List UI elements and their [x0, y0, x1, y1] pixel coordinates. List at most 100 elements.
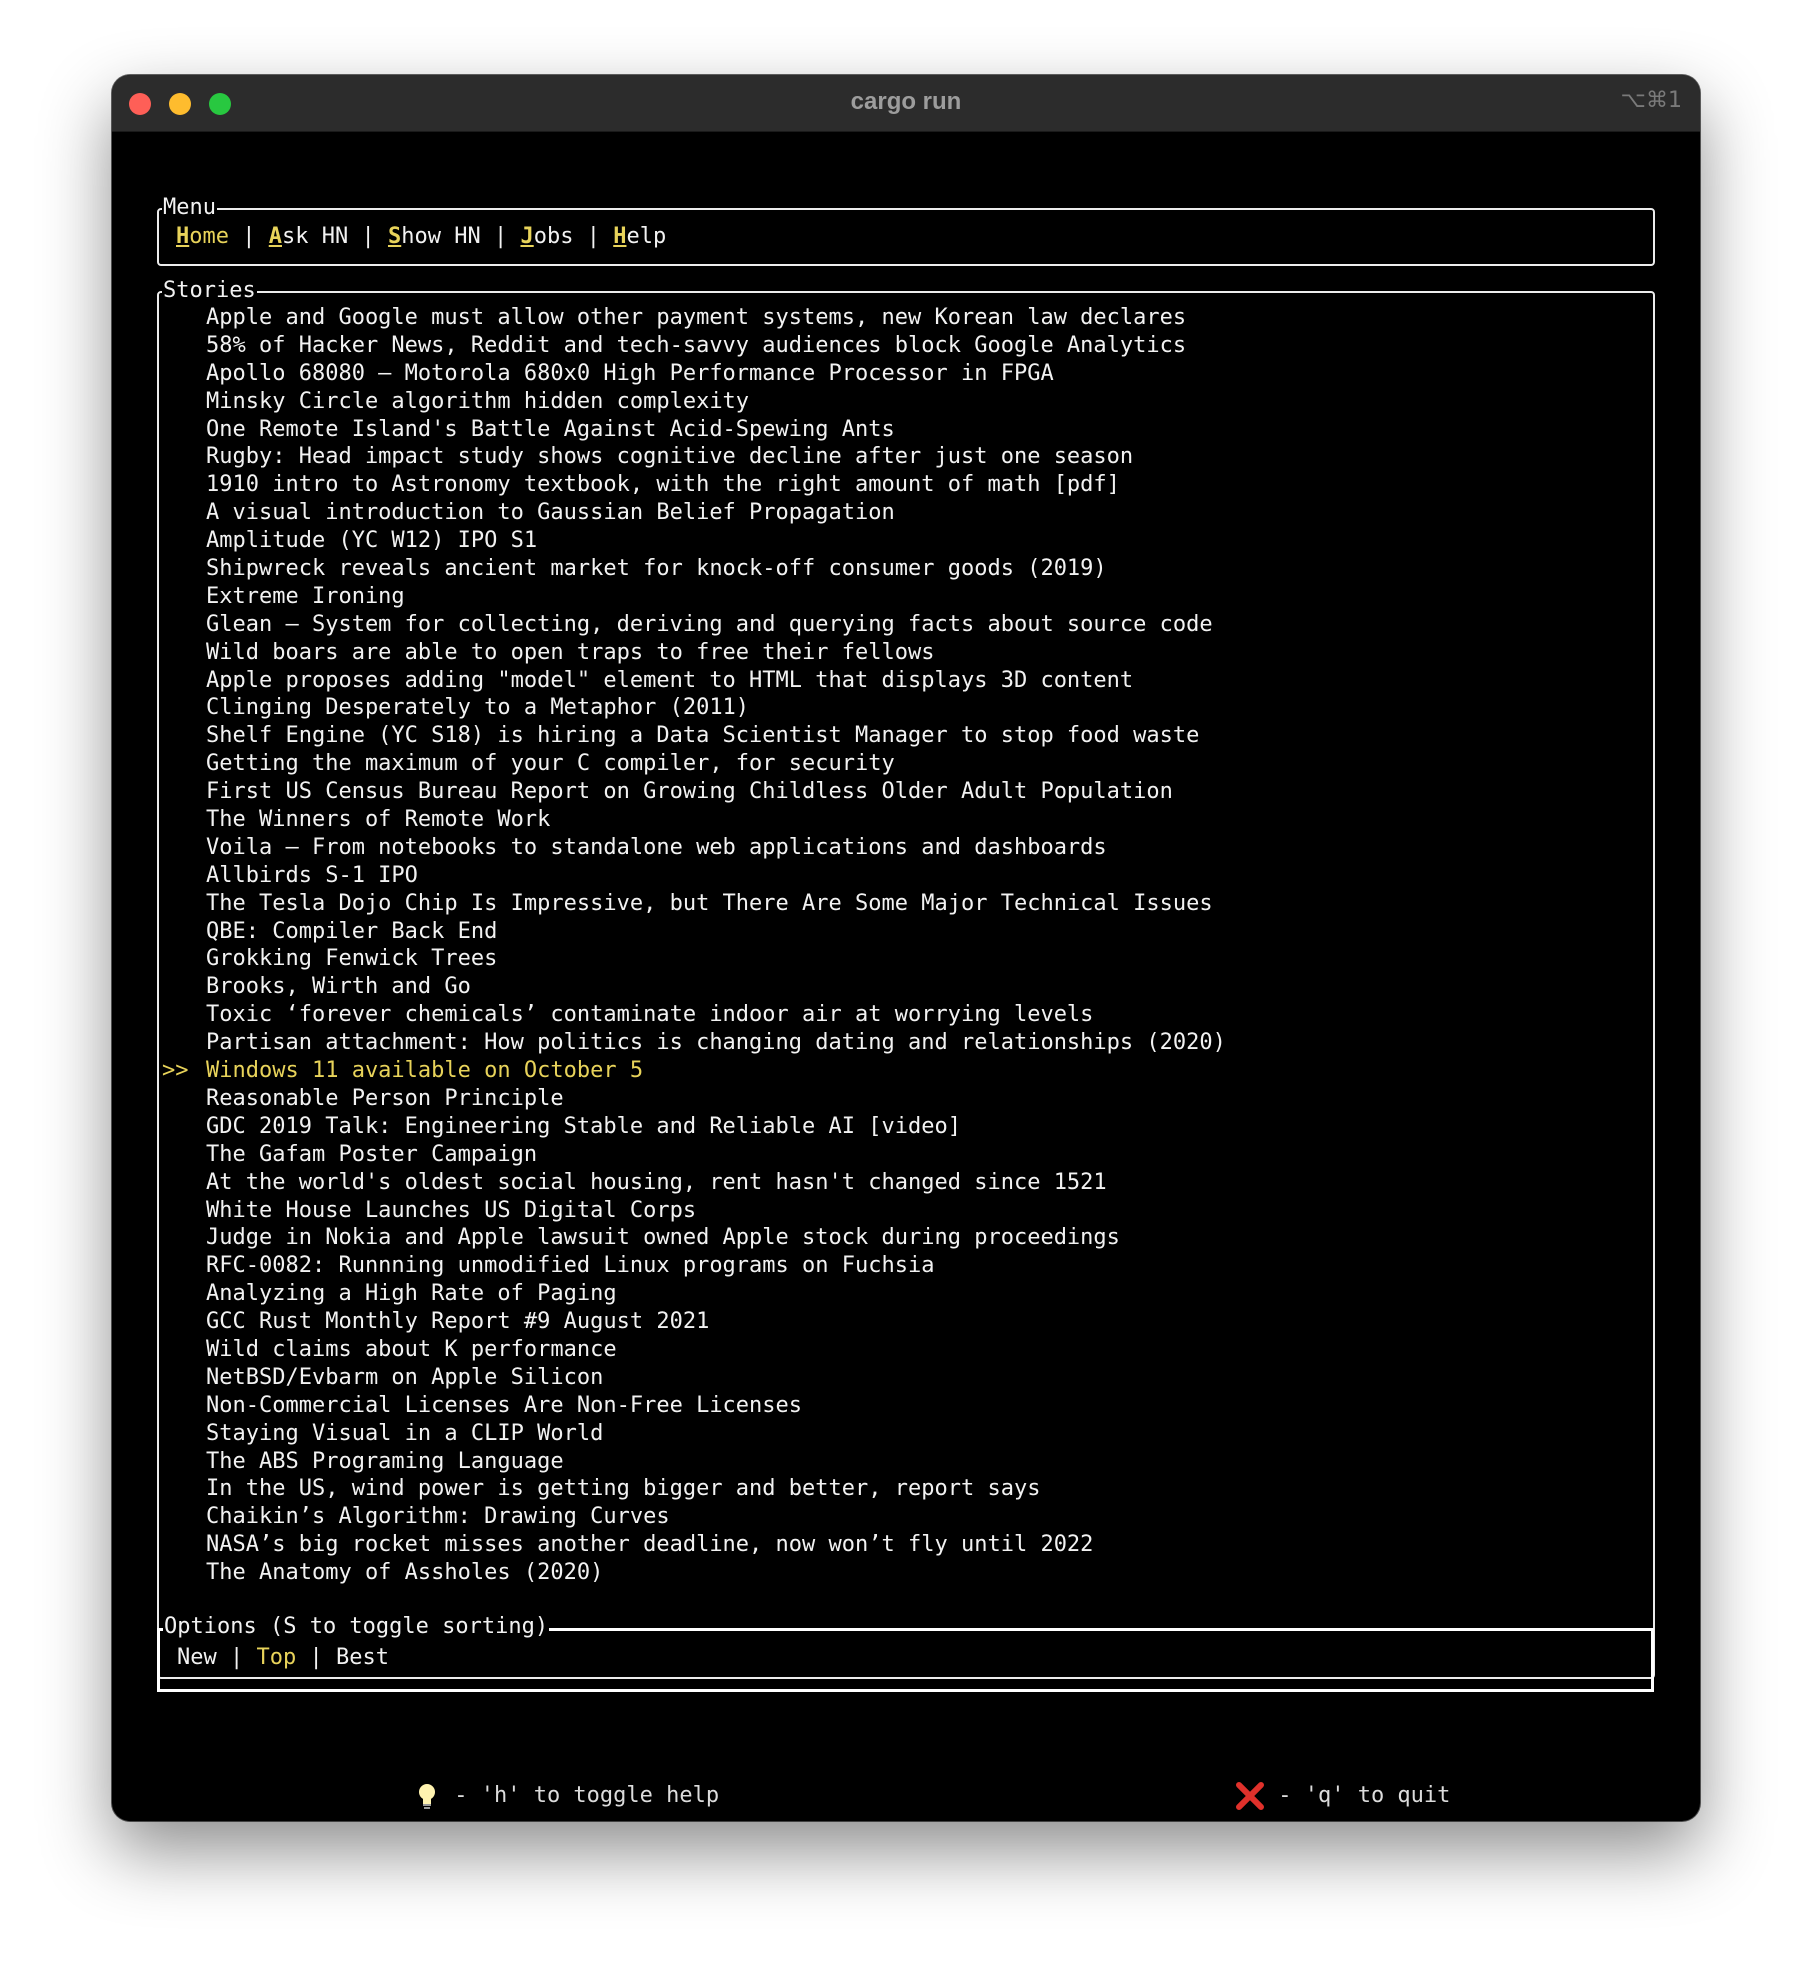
- story-title: At the world's oldest social housing, re…: [206, 1169, 1107, 1195]
- story-title: RFC-0082: Runnning unmodified Linux prog…: [206, 1253, 935, 1279]
- story-title: First US Census Bureau Report on Growing…: [206, 779, 1173, 805]
- story-title: GDC 2019 Talk: Engineering Stable and Re…: [206, 1113, 961, 1139]
- story-item[interactable]: One Remote Island's Battle Against Acid-…: [162, 416, 1226, 444]
- story-title: Shelf Engine (YC S18) is hiring a Data S…: [206, 723, 1200, 749]
- story-item[interactable]: Apollo 68080 – Motorola 680x0 High Perfo…: [162, 360, 1226, 388]
- menu-hotkey: J: [520, 224, 534, 249]
- story-title: Reasonable Person Principle: [206, 1085, 564, 1111]
- story-item[interactable]: The Tesla Dojo Chip Is Impressive, but T…: [162, 890, 1226, 918]
- quit-hint: - 'q' to quit: [1182, 1751, 1450, 1821]
- story-item[interactable]: RFC-0082: Runnning unmodified Linux prog…: [162, 1252, 1226, 1280]
- story-item[interactable]: First US Census Bureau Report on Growing…: [162, 778, 1226, 806]
- story-item[interactable]: QBE: Compiler Back End: [162, 918, 1226, 946]
- option-separator: |: [296, 1645, 336, 1670]
- story-item[interactable]: A visual introduction to Gaussian Belief…: [162, 499, 1226, 527]
- options-panel: Options (S to toggle sorting) New | Top …: [157, 1614, 1654, 1692]
- sort-option-new[interactable]: New: [177, 1645, 217, 1670]
- story-item[interactable]: Judge in Nokia and Apple lawsuit owned A…: [162, 1224, 1226, 1252]
- menu-hotkey: H: [613, 224, 627, 249]
- story-title: Extreme Ironing: [206, 583, 405, 609]
- menu-bar: Home | Ask HN | Show HN | Jobs | Help: [176, 224, 666, 250]
- menu-hotkey: A: [268, 224, 282, 249]
- story-item[interactable]: The ABS Programing Language: [162, 1448, 1226, 1476]
- menu-item-show-hn[interactable]: Show HN: [388, 224, 481, 249]
- story-title: 1910 intro to Astronomy textbook, with t…: [206, 472, 1120, 498]
- story-item[interactable]: Extreme Ironing: [162, 583, 1226, 611]
- sort-option-best[interactable]: Best: [336, 1645, 389, 1670]
- story-title: The Gafam Poster Campaign: [206, 1141, 538, 1167]
- story-item[interactable]: Shelf Engine (YC S18) is hiring a Data S…: [162, 722, 1226, 750]
- menu-item-label: sk HN: [282, 224, 349, 249]
- window-shortcut: ⌥⌘1: [1620, 88, 1682, 113]
- story-item[interactable]: Minsky Circle algorithm hidden complexit…: [162, 388, 1226, 416]
- selection-cursor: >>: [162, 1058, 189, 1084]
- menu-separator: |: [573, 224, 614, 249]
- story-item[interactable]: Partisan attachment: How politics is cha…: [162, 1029, 1226, 1057]
- stories-list: Apple and Google must allow other paymen…: [162, 304, 1226, 1587]
- story-title: GCC Rust Monthly Report #9 August 2021: [206, 1309, 710, 1335]
- story-item[interactable]: Wild boars are able to open traps to fre…: [162, 639, 1226, 667]
- story-item[interactable]: Brooks, Wirth and Go: [162, 973, 1226, 1001]
- story-title: In the US, wind power is getting bigger …: [206, 1476, 1041, 1502]
- story-item[interactable]: Voila – From notebooks to standalone web…: [162, 834, 1226, 862]
- story-item[interactable]: Getting the maximum of your C compiler, …: [162, 750, 1226, 778]
- story-title: Judge in Nokia and Apple lawsuit owned A…: [206, 1225, 1120, 1251]
- story-item[interactable]: Apple proposes adding "model" element to…: [162, 667, 1226, 695]
- menu-separator: |: [229, 224, 269, 249]
- story-item[interactable]: Reasonable Person Principle: [162, 1085, 1226, 1113]
- story-item[interactable]: The Gafam Poster Campaign: [162, 1141, 1226, 1169]
- story-title: Allbirds S-1 IPO: [206, 862, 418, 888]
- story-item[interactable]: The Winners of Remote Work: [162, 806, 1226, 834]
- red-x-icon: [1235, 1782, 1264, 1810]
- story-item[interactable]: Grokking Fenwick Trees: [162, 945, 1226, 973]
- options-panel-title: Options (S to toggle sorting): [163, 1614, 550, 1640]
- story-item[interactable]: Amplitude (YC W12) IPO S1: [162, 527, 1226, 555]
- story-item[interactable]: Glean – System for collecting, deriving …: [162, 611, 1226, 639]
- story-item[interactable]: 1910 intro to Astronomy textbook, with t…: [162, 471, 1226, 499]
- story-title: Clinging Desperately to a Metaphor (2011…: [206, 695, 750, 721]
- story-item[interactable]: NetBSD/Evbarm on Apple Silicon: [162, 1364, 1226, 1392]
- menu-item-label: obs: [533, 224, 574, 249]
- story-item[interactable]: Analyzing a High Rate of Paging: [162, 1280, 1226, 1308]
- story-item[interactable]: Allbirds S-1 IPO: [162, 862, 1226, 890]
- story-item[interactable]: Non-Commercial Licenses Are Non-Free Lic…: [162, 1392, 1226, 1420]
- story-title: Getting the maximum of your C compiler, …: [206, 751, 895, 777]
- story-item[interactable]: GDC 2019 Talk: Engineering Stable and Re…: [162, 1113, 1226, 1141]
- story-item[interactable]: Chaikin’s Algorithm: Drawing Curves: [162, 1503, 1226, 1531]
- story-item[interactable]: Staying Visual in a CLIP World: [162, 1420, 1226, 1448]
- story-item[interactable]: NASA’s big rocket misses another deadlin…: [162, 1531, 1226, 1559]
- stories-panel-title: Stories: [162, 278, 257, 304]
- story-title: Glean – System for collecting, deriving …: [206, 611, 1213, 637]
- story-item[interactable]: White House Launches US Digital Corps: [162, 1197, 1226, 1225]
- menu-item-help[interactable]: Help: [613, 224, 666, 249]
- help-hint: - 'h' to toggle help: [360, 1751, 719, 1821]
- story-item[interactable]: The Anatomy of Assholes (2020): [162, 1559, 1226, 1587]
- menu-item-jobs[interactable]: Jobs: [520, 224, 573, 249]
- story-item[interactable]: GCC Rust Monthly Report #9 August 2021: [162, 1308, 1226, 1336]
- help-hint-text: - 'h' to toggle help: [440, 1783, 720, 1808]
- story-item[interactable]: Shipwreck reveals ancient market for kno…: [162, 555, 1226, 583]
- story-title: QBE: Compiler Back End: [206, 918, 498, 944]
- menu-separator: |: [348, 224, 388, 249]
- terminal-window: cargo run ⌥⌘1 Menu Home | Ask HN | Show …: [112, 75, 1700, 1821]
- story-title: Analyzing a High Rate of Paging: [206, 1281, 617, 1307]
- story-title: Toxic ‘forever chemicals’ contaminate in…: [206, 1002, 1094, 1028]
- story-title: Voila – From notebooks to standalone web…: [206, 834, 1107, 860]
- menu-hotkey: S: [387, 224, 402, 249]
- title-bar: cargo run ⌥⌘1: [112, 75, 1700, 132]
- menu-item-home[interactable]: Home: [176, 224, 229, 249]
- menu-item-ask-hn[interactable]: Ask HN: [269, 224, 348, 249]
- selected-story[interactable]: >> Windows 11 available on October 5: [162, 1057, 1226, 1085]
- story-item[interactable]: Apple and Google must allow other paymen…: [162, 304, 1226, 332]
- story-item[interactable]: At the world's oldest social housing, re…: [162, 1169, 1226, 1197]
- story-item[interactable]: Wild claims about K performance: [162, 1336, 1226, 1364]
- story-item[interactable]: 58% of Hacker News, Reddit and tech-savv…: [162, 332, 1226, 360]
- story-item[interactable]: Clinging Desperately to a Metaphor (2011…: [162, 694, 1226, 722]
- story-title: A visual introduction to Gaussian Belief…: [206, 500, 895, 526]
- story-item[interactable]: Toxic ‘forever chemicals’ contaminate in…: [162, 1001, 1226, 1029]
- story-item[interactable]: In the US, wind power is getting bigger …: [162, 1475, 1226, 1503]
- story-item[interactable]: Rugby: Head impact study shows cognitive…: [162, 443, 1226, 471]
- sort-option-top[interactable]: Top: [257, 1645, 297, 1670]
- story-title: White House Launches US Digital Corps: [206, 1197, 697, 1223]
- menu-item-label: elp: [626, 224, 667, 249]
